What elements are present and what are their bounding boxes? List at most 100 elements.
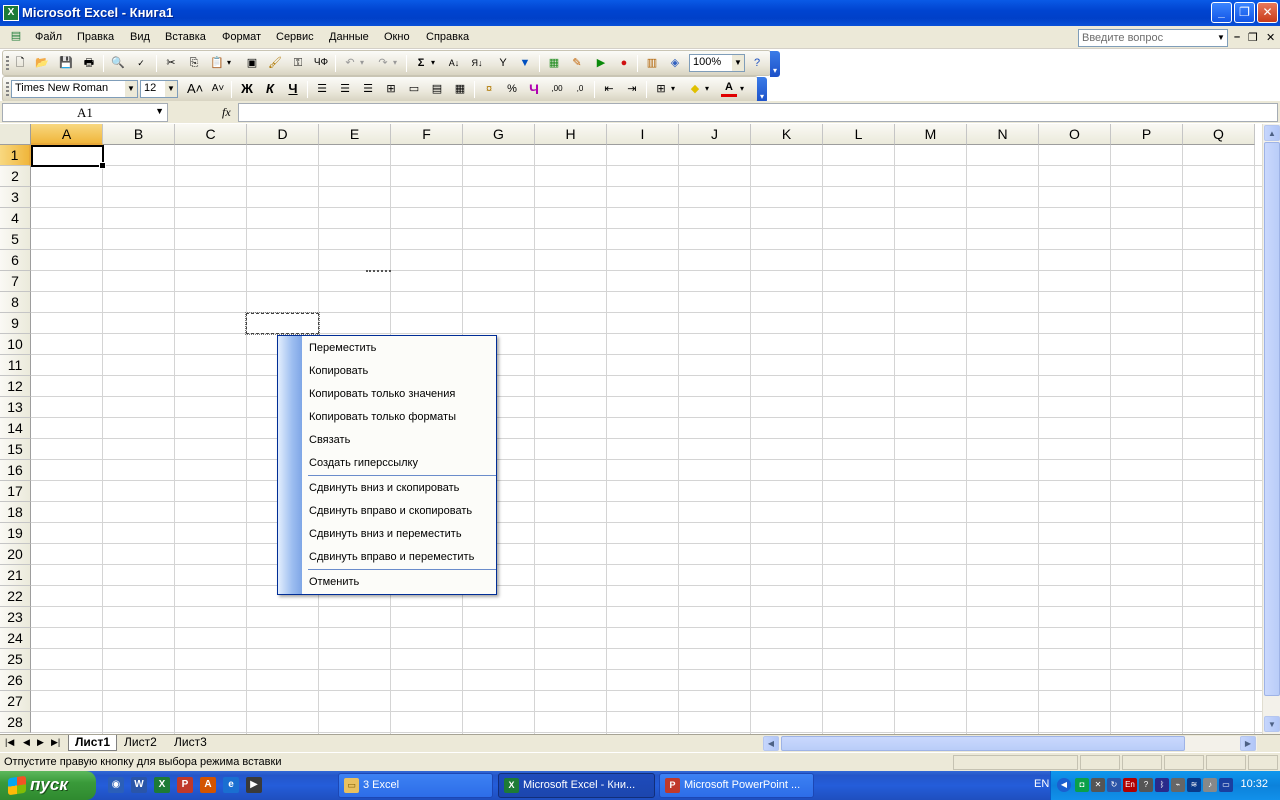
access-icon[interactable]: A [200, 777, 216, 793]
menu-item-copy-formats[interactable]: Копировать только форматы [309, 411, 456, 423]
cyrillic-icon[interactable]: ЧФ [313, 55, 329, 71]
permissions-icon[interactable]: ⚿ [290, 55, 306, 71]
row-header[interactable]: 1 [0, 145, 31, 166]
menu-item-shift-down-copy[interactable]: Сдвинуть вниз и скопировать [309, 482, 459, 494]
column-header[interactable]: K [751, 124, 823, 145]
language-indicator[interactable]: EN [1034, 778, 1049, 790]
row-header[interactable]: 16 [0, 460, 31, 481]
align-left-icon[interactable]: ☰ [314, 81, 330, 97]
next-sheet-icon[interactable]: ▶ [37, 737, 44, 748]
record-macro-icon[interactable]: ● [616, 55, 632, 71]
start-button[interactable]: пуск [0, 771, 96, 800]
help-search-input[interactable]: Введите вопрос ▼ [1078, 29, 1228, 47]
minimize-button[interactable]: _ [1211, 2, 1232, 23]
redo-icon[interactable]: ↷ [375, 55, 391, 71]
paste-icon[interactable]: 📋 [209, 55, 225, 71]
prev-sheet-icon[interactable]: ◀ [23, 737, 30, 748]
chevron-down-icon[interactable]: ▼ [155, 106, 164, 116]
menu-item-move[interactable]: Переместить [309, 342, 376, 354]
zoom-select[interactable]: 100% ▼ [689, 54, 745, 72]
borders-icon[interactable]: ⊞ [653, 81, 669, 97]
column-header[interactable]: B [103, 124, 175, 145]
chevron-down-icon[interactable]: ▾ [225, 55, 233, 71]
maximize-button[interactable]: ❐ [1234, 2, 1255, 23]
menu-data[interactable]: Данные [329, 31, 369, 43]
column-header[interactable]: L [823, 124, 895, 145]
increase-font-icon[interactable]: A˄ [187, 81, 203, 97]
chevron-down-icon[interactable]: ▾ [669, 81, 677, 97]
word-icon[interactable]: W [131, 777, 147, 793]
font-color-icon[interactable]: A [721, 81, 737, 97]
decrease-decimal-icon[interactable]: ,0 [572, 81, 588, 97]
autosum-icon[interactable]: Σ [413, 55, 429, 71]
print-preview-icon[interactable]: 🔍 [110, 55, 126, 71]
menu-item-hyperlink[interactable]: Создать гиперссылку [309, 457, 418, 469]
excel-icon[interactable]: X [3, 5, 19, 21]
last-sheet-icon[interactable]: ▶| [51, 737, 60, 748]
doc-close-button[interactable]: ✕ [1266, 31, 1275, 44]
save-icon[interactable]: 💾 [58, 55, 74, 71]
chevron-down-icon[interactable]: ▾ [738, 81, 746, 97]
column-header[interactable]: D [247, 124, 319, 145]
menu-help[interactable]: Справка [426, 31, 469, 43]
column-header[interactable]: E [319, 124, 391, 145]
row-header[interactable]: 19 [0, 523, 31, 544]
row-header[interactable]: 2 [0, 166, 31, 187]
close-button[interactable]: ✕ [1257, 2, 1278, 23]
chart-icon[interactable]: ▥ [644, 55, 660, 71]
active-cell[interactable] [31, 145, 106, 169]
select-all-corner[interactable] [0, 124, 31, 145]
bluetooth-icon[interactable]: ᛒ [1155, 778, 1169, 792]
undo-icon[interactable]: ↶ [342, 55, 358, 71]
chevron-down-icon[interactable]: ▾ [429, 55, 437, 71]
chevron-down-icon[interactable]: ▼ [125, 81, 137, 97]
sort-descending-icon[interactable]: Я↓ [469, 55, 485, 71]
increase-indent-icon[interactable]: ⇥ [624, 81, 640, 97]
row-header[interactable]: 4 [0, 208, 31, 229]
safely-remove-icon[interactable]: ⌁ [1171, 778, 1185, 792]
row-header[interactable]: 8 [0, 292, 31, 313]
scroll-down-icon[interactable]: ▼ [1264, 716, 1280, 732]
column-header[interactable]: C [175, 124, 247, 145]
name-box[interactable]: A1 ▼ [2, 103, 168, 122]
chevron-down-icon[interactable]: ▾ [703, 81, 711, 97]
volume-icon[interactable]: ♪ [1203, 778, 1217, 792]
wireless-icon[interactable]: ≋ [1187, 778, 1201, 792]
fill-color-icon[interactable]: ◆ [687, 81, 703, 97]
chevron-down-icon[interactable]: ▾ [391, 55, 399, 71]
row-header[interactable]: 9 [0, 313, 31, 334]
comma-style-icon[interactable]: Ч [526, 81, 542, 97]
format-painter-icon[interactable]: 🖌 [267, 55, 283, 71]
drawing-toolbar-icon[interactable]: ◈ [667, 55, 683, 71]
bold-button[interactable]: Ж [239, 81, 255, 97]
underline-button[interactable]: Ч [285, 81, 301, 97]
menu-item-shift-down-move[interactable]: Сдвинуть вниз и переместить [309, 528, 462, 540]
column-header[interactable]: I [607, 124, 679, 145]
menu-item-shift-right-copy[interactable]: Сдвинуть вправо и скопировать [309, 505, 472, 517]
security-icon[interactable]: ✕ [1091, 778, 1105, 792]
column-header[interactable]: F [391, 124, 463, 145]
row-header[interactable]: 26 [0, 670, 31, 691]
help-tray-icon[interactable]: ? [1139, 778, 1153, 792]
scroll-up-icon[interactable]: ▲ [1264, 125, 1280, 141]
decrease-indent-icon[interactable]: ⇤ [601, 81, 617, 97]
menu-insert[interactable]: Вставка [165, 31, 206, 43]
menu-window[interactable]: Окно [384, 31, 410, 43]
powerpoint-icon[interactable]: P [177, 777, 193, 793]
row-header[interactable]: 6 [0, 250, 31, 271]
align-right-icon[interactable]: ☰ [360, 81, 376, 97]
chevron-down-icon[interactable]: ▼ [732, 55, 744, 71]
scroll-left-icon[interactable]: ◀ [763, 736, 779, 751]
display-icon[interactable]: ▭ [1219, 778, 1233, 792]
ie-settings-icon[interactable]: ◉ [108, 777, 124, 793]
chart-wizard-icon[interactable]: ▦ [546, 55, 562, 71]
scroll-thumb[interactable] [781, 736, 1185, 751]
sheet-tab-1[interactable]: Лист1 [68, 735, 118, 751]
sheet-tab-3[interactable]: Лист3 [168, 735, 213, 751]
row-header[interactable]: 25 [0, 649, 31, 670]
keyboard-layout-icon[interactable]: En [1123, 778, 1137, 792]
chevron-down-icon[interactable]: ▼ [1215, 30, 1227, 46]
menu-item-shift-right-move[interactable]: Сдвинуть вправо и переместить [309, 551, 474, 563]
network-icon[interactable]: ◘ [1075, 778, 1089, 792]
media-player-icon[interactable]: ▶ [246, 777, 262, 793]
